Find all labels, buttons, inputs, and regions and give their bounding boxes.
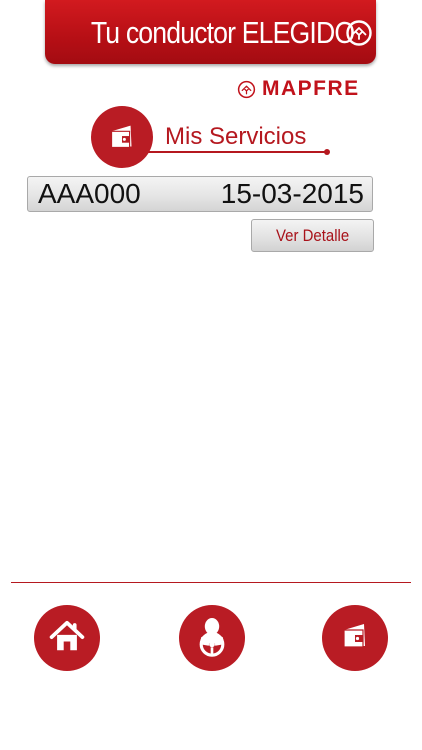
wallet-icon [91,106,153,168]
brand-name: MAPFRE [262,77,360,100]
view-detail-button[interactable]: Ver Detalle [251,219,374,252]
bottom-nav-divider [11,582,411,583]
home-icon [45,614,89,663]
driver-steering-wheel-icon [188,612,236,665]
view-detail-label: Ver Detalle [275,225,350,245]
brand-logo: MAPFRE [237,77,360,100]
section-header: Mis Servicios [91,106,333,168]
nav-home-button[interactable] [34,605,100,671]
mapfre-symbol-icon [237,80,256,99]
section-title: Mis Servicios [165,123,307,150]
app-header-banner: Tu conductor ELEGIDO [45,0,376,64]
app-title: Tu conductor ELEGIDO [91,14,355,50]
nav-driver-button[interactable] [179,605,245,671]
wallet-icon [335,616,375,661]
service-date: 15-03-2015 [220,178,364,209]
section-underline [137,151,326,153]
service-plate: AAA000 [38,178,141,209]
nav-services-button[interactable] [322,605,388,671]
section-underline-dot [324,149,330,155]
service-list-item[interactable]: AAA000 15-03-2015 [27,176,373,212]
